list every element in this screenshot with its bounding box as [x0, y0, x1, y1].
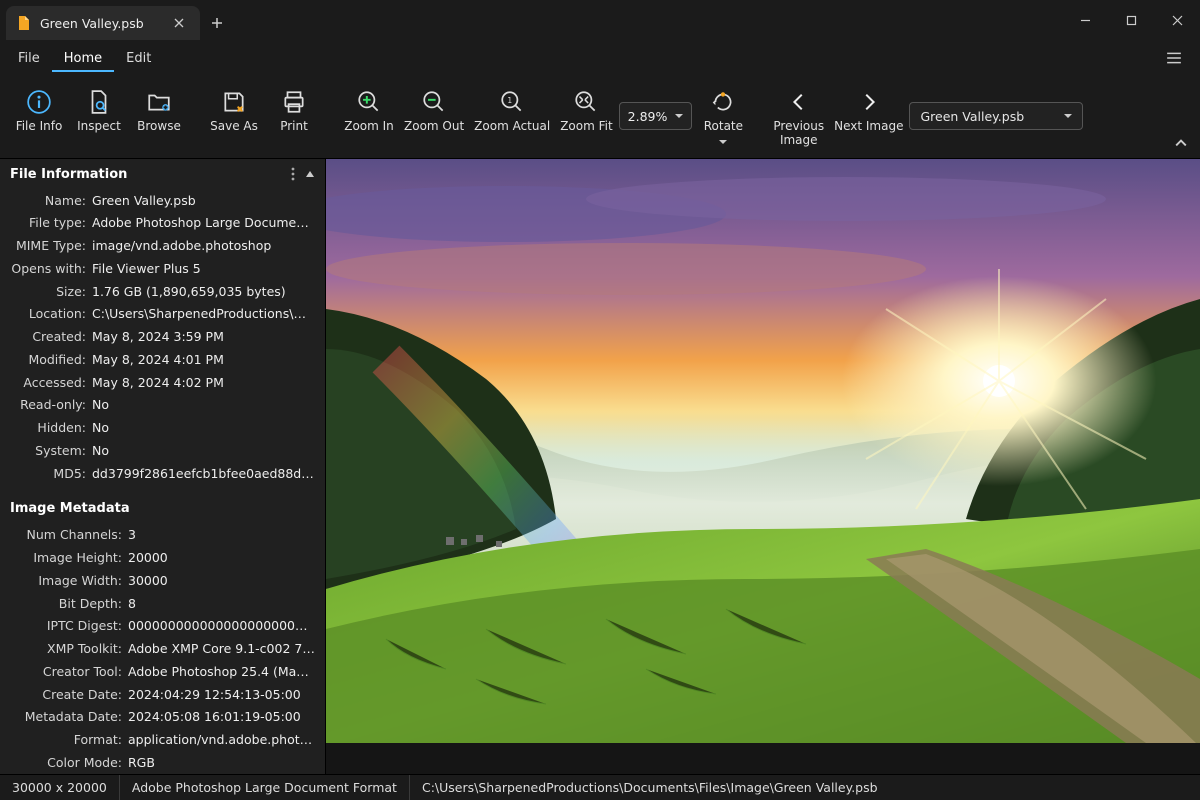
zoom-in-icon [355, 88, 383, 116]
save-icon [220, 88, 248, 116]
status-dimensions: 30000 x 20000 [0, 775, 120, 800]
chevron-down-icon [1064, 112, 1072, 120]
document-icon [16, 15, 32, 31]
more-options-button[interactable] [287, 167, 299, 181]
zoom-out-icon [420, 88, 448, 116]
svg-text:1: 1 [508, 96, 513, 105]
meta-row-bitdepth: Bit Depth:8 [0, 593, 325, 616]
info-row-readonly: Read-only:No [0, 394, 325, 417]
meta-row-width: Image Width:30000 [0, 570, 325, 593]
preview-image [326, 159, 1200, 743]
zoom-actual-icon: 1 [498, 88, 526, 116]
zoom-fit-button[interactable]: Zoom Fit [556, 82, 616, 156]
image-selector-value: Green Valley.psb [920, 109, 1024, 124]
main-area: File Information Name:Green Valley.psb F… [0, 159, 1200, 774]
meta-row-height: Image Height:20000 [0, 547, 325, 570]
previous-image-button[interactable]: Previous Image [769, 82, 828, 158]
file-information-header: File Information [0, 159, 325, 190]
print-button[interactable]: Print [265, 82, 323, 144]
save-as-button[interactable]: Save As [205, 82, 263, 144]
zoom-actual-button[interactable]: 1 Zoom Actual [470, 82, 554, 156]
next-image-button[interactable]: Next Image [830, 82, 907, 158]
info-row-mime: MIME Type:image/vnd.adobe.photoshop [0, 235, 325, 258]
file-info-button[interactable]: File Info [10, 82, 68, 144]
zoom-level-value: 2.89% [628, 109, 668, 124]
image-selector-dropdown[interactable]: Green Valley.psb [909, 102, 1083, 130]
meta-row-creator: Creator Tool:Adobe Photoshop 25.4 (Macin… [0, 661, 325, 684]
title-bar: Green Valley.psb [0, 0, 1200, 40]
window-maximize-button[interactable] [1108, 0, 1154, 40]
zoom-level-field[interactable]: 2.89% [619, 102, 693, 130]
menu-edit[interactable]: Edit [114, 45, 163, 72]
info-row-size: Size:1.76 GB (1,890,659,035 bytes) [0, 281, 325, 304]
info-row-name: Name:Green Valley.psb [0, 190, 325, 213]
collapse-ribbon-button[interactable] [1170, 132, 1192, 154]
menu-home[interactable]: Home [52, 45, 114, 72]
rotate-icon [709, 88, 737, 116]
status-bar: 30000 x 20000 Adobe Photoshop Large Docu… [0, 774, 1200, 800]
window-close-button[interactable] [1154, 0, 1200, 40]
meta-row-channels: Num Channels:3 [0, 524, 325, 547]
meta-row-xmp: XMP Toolkit:Adobe XMP Core 9.1-c002 79.f… [0, 638, 325, 661]
image-metadata-header: Image Metadata [0, 493, 325, 524]
meta-row-format: Format:application/vnd.adobe.photos... [0, 729, 325, 752]
hamburger-menu-button[interactable] [1154, 50, 1194, 66]
ribbon-toolbar: File Info Inspect Browse Save As Print Z… [0, 76, 1200, 159]
print-icon [280, 88, 308, 116]
info-sidebar: File Information Name:Green Valley.psb F… [0, 159, 326, 774]
tab-close-button[interactable] [168, 12, 190, 34]
menu-file[interactable]: File [6, 45, 52, 72]
chevron-down-icon [675, 112, 683, 120]
info-row-opens-with: Opens with:File Viewer Plus 5 [0, 258, 325, 281]
zoom-in-button[interactable]: Zoom In [340, 82, 398, 156]
info-row-created: Created:May 8, 2024 3:59 PM [0, 326, 325, 349]
meta-row-iptc: IPTC Digest:00000000000000000000000000..… [0, 615, 325, 638]
browse-folder-icon [145, 88, 173, 116]
meta-row-create-date: Create Date:2024:04:29 12:54:13-05:00 [0, 684, 325, 707]
info-row-md5: MD5:dd3799f2861eefcb1bfee0aed88d44f0 [0, 463, 325, 486]
info-row-location: Location:C:\Users\SharpenedProductions\D… [0, 303, 325, 326]
rotate-button[interactable]: Rotate [694, 82, 752, 156]
status-path: C:\Users\SharpenedProductions\Documents\… [410, 775, 890, 800]
tab-title: Green Valley.psb [40, 16, 144, 31]
info-row-modified: Modified:May 8, 2024 4:01 PM [0, 349, 325, 372]
meta-row-metadata-date: Metadata Date:2024:05:08 16:01:19-05:00 [0, 706, 325, 729]
window-minimize-button[interactable] [1062, 0, 1108, 40]
browse-button[interactable]: Browse [130, 82, 188, 144]
info-row-hidden: Hidden:No [0, 417, 325, 440]
menu-bar: File Home Edit [0, 40, 1200, 76]
chevron-down-icon [719, 138, 727, 146]
inspect-button[interactable]: Inspect [70, 82, 128, 144]
info-icon [25, 88, 53, 116]
zoom-out-button[interactable]: Zoom Out [400, 82, 468, 156]
new-tab-button[interactable] [200, 6, 234, 40]
inspect-file-icon [85, 88, 113, 116]
document-tab[interactable]: Green Valley.psb [6, 6, 200, 40]
image-viewport[interactable] [326, 159, 1200, 774]
info-row-system: System:No [0, 440, 325, 463]
zoom-fit-icon [572, 88, 600, 116]
info-row-accessed: Accessed:May 8, 2024 4:02 PM [0, 372, 325, 395]
collapse-panel-icon[interactable] [305, 169, 315, 179]
status-format: Adobe Photoshop Large Document Format [120, 775, 410, 800]
info-row-filetype: File type:Adobe Photoshop Large Document… [0, 212, 325, 235]
chevron-right-icon [855, 88, 883, 116]
chevron-left-icon [785, 88, 813, 116]
meta-row-colormode: Color Mode:RGB [0, 752, 325, 774]
